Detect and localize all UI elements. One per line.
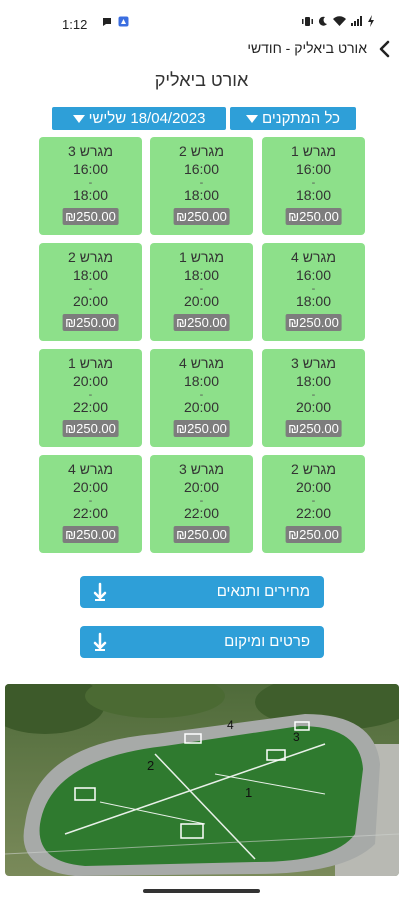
page-title: אורט ביאליק <box>154 70 249 90</box>
field-label-4: 4 <box>227 718 234 732</box>
chevron-left-icon[interactable] <box>375 39 395 59</box>
slot-court-name: מגרש 2 <box>291 461 336 477</box>
app-notification-icon <box>118 16 129 27</box>
details-location-button[interactable]: פרטים ומיקום <box>80 626 324 658</box>
slot-card[interactable]: מגרש 3 18:00-20:00 ₪250.00 <box>262 349 365 447</box>
slot-price: ₪250.00 <box>285 420 342 437</box>
slot-court-name: מגרש 2 <box>179 143 224 159</box>
slot-court-name: מגרש 1 <box>68 355 113 371</box>
dropdown-triangle-icon <box>245 114 258 123</box>
slot-price: ₪250.00 <box>285 526 342 543</box>
slot-start-time: 18:00 <box>183 373 220 389</box>
slot-start-time: 20:00 <box>295 479 332 495</box>
slot-start-time: 20:00 <box>72 479 109 495</box>
slot-card[interactable]: מגרש 2 16:00-18:00 ₪250.00 <box>150 137 253 235</box>
slot-card[interactable]: מגרש 3 16:00-18:00 ₪250.00 <box>39 137 142 235</box>
slot-card[interactable]: מגרש 1 18:00-20:00 ₪250.00 <box>150 243 253 341</box>
slot-end-time: 20:00 <box>295 399 332 415</box>
slot-court-name: מגרש 3 <box>68 143 113 159</box>
dnd-moon-icon <box>318 16 327 26</box>
slot-card[interactable]: מגרש 2 18:00-20:00 ₪250.00 <box>39 243 142 341</box>
slot-end-time: 22:00 <box>72 399 109 415</box>
slot-start-time: 16:00 <box>183 161 220 177</box>
slot-card[interactable]: מגרש 4 20:00-22:00 ₪250.00 <box>39 455 142 553</box>
header-title: אורט ביאליק - חודשי <box>247 40 367 56</box>
slot-end-time: 20:00 <box>183 399 220 415</box>
slot-card[interactable]: מגרש 1 20:00-22:00 ₪250.00 <box>39 349 142 447</box>
slot-price: ₪250.00 <box>62 314 119 331</box>
app-header: אורט ביאליק - חודשי <box>0 36 403 64</box>
vibrate-icon <box>302 16 313 26</box>
slot-end-time: 22:00 <box>183 505 220 521</box>
facilities-dropdown[interactable]: כל המתקנים <box>230 107 356 130</box>
date-dropdown[interactable]: 18/04/2023 שלישי <box>52 107 226 130</box>
slot-court-name: מגרש 4 <box>68 461 113 477</box>
field-label-2: 2 <box>147 758 154 773</box>
slot-price: ₪250.00 <box>62 526 119 543</box>
slot-end-time: 18:00 <box>183 187 220 203</box>
slot-price: ₪250.00 <box>285 314 342 331</box>
slot-card[interactable]: מגרש 4 18:00-20:00 ₪250.00 <box>150 349 253 447</box>
slot-court-name: מגרש 4 <box>291 249 336 265</box>
slot-end-time: 20:00 <box>72 293 109 309</box>
slot-price: ₪250.00 <box>173 208 230 225</box>
chat-bubble-icon <box>103 17 111 26</box>
details-location-label: פרטים ומיקום <box>224 633 310 650</box>
slot-price: ₪250.00 <box>173 526 230 543</box>
slot-court-name: מגרש 2 <box>68 249 113 265</box>
slot-court-name: מגרש 1 <box>179 249 224 265</box>
slot-end-time: 18:00 <box>72 187 109 203</box>
slot-start-time: 16:00 <box>72 161 109 177</box>
slot-court-name: מגרש 3 <box>291 355 336 371</box>
battery-charging-icon <box>368 15 374 27</box>
slot-price: ₪250.00 <box>285 208 342 225</box>
slot-end-time: 22:00 <box>72 505 109 521</box>
slot-card[interactable]: מגרש 3 20:00-22:00 ₪250.00 <box>150 455 253 553</box>
date-dropdown-label: 18/04/2023 שלישי <box>88 110 206 127</box>
arrow-down-icon <box>93 632 107 651</box>
home-indicator[interactable] <box>143 889 260 893</box>
slot-start-time: 18:00 <box>72 267 109 283</box>
slot-card[interactable]: מגרש 4 16:00-18:00 ₪250.00 <box>262 243 365 341</box>
prices-terms-button[interactable]: מחירים ותנאים <box>80 576 324 608</box>
slot-court-name: מגרש 3 <box>179 461 224 477</box>
slot-start-time: 16:00 <box>295 267 332 283</box>
field-aerial-photo: 1 2 3 4 <box>5 684 399 876</box>
prices-terms-label: מחירים ותנאים <box>216 583 310 600</box>
arrow-down-icon <box>93 582 107 601</box>
slot-start-time: 20:00 <box>72 373 109 389</box>
slot-end-time: 20:00 <box>183 293 220 309</box>
slot-start-time: 16:00 <box>295 161 332 177</box>
slot-start-time: 18:00 <box>295 373 332 389</box>
slot-price: ₪250.00 <box>62 420 119 437</box>
slot-price: ₪250.00 <box>173 314 230 331</box>
slot-price: ₪250.00 <box>173 420 230 437</box>
status-time: 1:12 <box>62 17 88 32</box>
slot-card[interactable]: מגרש 1 16:00-18:00 ₪250.00 <box>262 137 365 235</box>
dropdown-triangle-icon <box>72 114 85 123</box>
slot-start-time: 18:00 <box>183 267 220 283</box>
slot-start-time: 20:00 <box>183 479 220 495</box>
slot-card[interactable]: מגרש 2 20:00-22:00 ₪250.00 <box>262 455 365 553</box>
signal-icon <box>351 16 362 26</box>
slot-end-time: 22:00 <box>295 505 332 521</box>
slot-court-name: מגרש 4 <box>179 355 224 371</box>
wifi-icon <box>333 16 346 26</box>
field-label-1: 1 <box>245 785 252 800</box>
slot-end-time: 18:00 <box>295 187 332 203</box>
slot-price: ₪250.00 <box>62 208 119 225</box>
facilities-dropdown-label: כל המתקנים <box>261 110 341 127</box>
slot-court-name: מגרש 1 <box>291 143 336 159</box>
field-label-3: 3 <box>293 730 300 744</box>
slot-end-time: 18:00 <box>295 293 332 309</box>
